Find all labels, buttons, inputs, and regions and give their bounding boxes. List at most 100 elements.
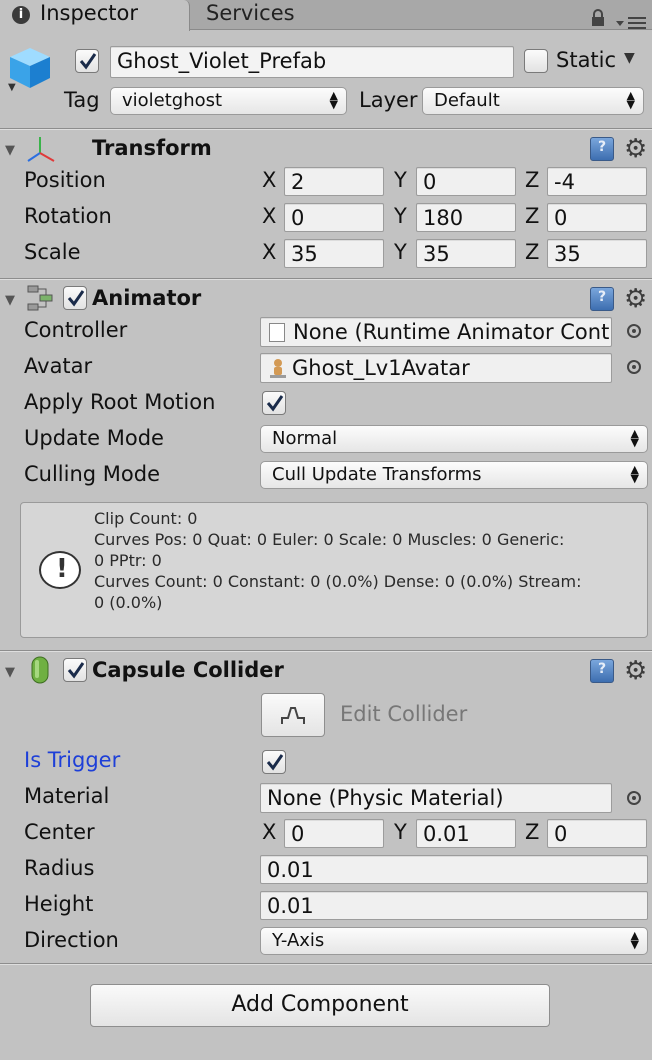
menu-icon[interactable] (614, 10, 648, 29)
animator-icon (26, 284, 54, 312)
axis-z-label: Z (525, 820, 540, 844)
axis-z-label: Z (525, 240, 540, 264)
edit-collider-icon (281, 707, 305, 724)
layer-label: Layer (359, 88, 418, 112)
layer-value: Default (434, 90, 500, 111)
capsule-title: Capsule Collider (92, 658, 284, 682)
radius-value: 0.01 (267, 858, 314, 882)
axis-y-label: Y (394, 820, 407, 844)
update-mode-value: Normal (272, 428, 338, 449)
material-object-field[interactable]: None (Physic Material) (260, 783, 612, 813)
axis-y-label: Y (394, 168, 407, 192)
static-checkbox[interactable] (524, 49, 548, 73)
document-icon (269, 323, 285, 342)
position-y-input[interactable]: 0 (416, 167, 516, 196)
tag-value: violetghost (122, 90, 223, 111)
info-icon: i (12, 6, 30, 24)
center-x-input[interactable]: 0 (284, 819, 384, 848)
avatar-value: Ghost_Lv1Avatar (292, 356, 470, 380)
position-x-input[interactable]: 2 (284, 167, 384, 196)
tab-services[interactable]: Services (192, 0, 342, 30)
capsule-enabled-checkbox[interactable] (63, 658, 87, 682)
capsule-help-icon[interactable] (590, 659, 614, 683)
add-component-button[interactable]: Add Component (90, 984, 550, 1027)
material-value: None (Physic Material) (267, 786, 504, 810)
axis-y-label: Y (394, 204, 407, 228)
lock-icon[interactable] (590, 8, 606, 26)
culling-mode-dropdown[interactable]: Cull Update Transforms ▲ ▼ (260, 461, 648, 489)
object-name-input[interactable]: Ghost_Violet_Prefab (110, 46, 514, 78)
avatar-label: Avatar (24, 354, 93, 378)
culling-mode-value: Cull Update Transforms (272, 464, 482, 485)
rotation-z-input[interactable]: 0 (547, 203, 647, 232)
icon-dropdown-icon[interactable]: ▼ (8, 82, 16, 93)
direction-dropdown[interactable]: Y-Axis ▲ ▼ (260, 927, 648, 955)
layer-dropdown[interactable]: Default ▲ ▼ (422, 87, 644, 115)
position-label: Position (24, 168, 106, 192)
rotation-x-value: 0 (291, 206, 305, 230)
animator-settings-gear-icon[interactable]: ⚙ (624, 286, 647, 312)
scale-y-value: 35 (423, 242, 450, 266)
scale-label: Scale (24, 240, 81, 264)
rotation-y-input[interactable]: 180 (416, 203, 516, 232)
avatar-object-field[interactable]: Ghost_Lv1Avatar (260, 353, 612, 383)
scale-y-input[interactable]: 35 (416, 239, 516, 268)
update-mode-dropdown[interactable]: Normal ▲ ▼ (260, 425, 648, 453)
direction-value: Y-Axis (272, 930, 325, 951)
info-line: Curves Pos: 0 Quat: 0 Euler: 0 Scale: 0 … (94, 530, 565, 549)
static-dropdown-icon[interactable]: ▼ (624, 50, 635, 66)
apply-root-motion-label: Apply Root Motion (24, 390, 216, 414)
center-z-input[interactable]: 0 (547, 819, 647, 848)
axis-x-label: X (262, 168, 277, 192)
object-name-text: Ghost_Violet_Prefab (117, 49, 327, 73)
tag-dropdown[interactable]: violetghost ▲ ▼ (110, 87, 347, 115)
axis-x-label: X (262, 240, 277, 264)
animator-foldout-icon[interactable]: ▼ (5, 293, 15, 308)
updown-arrows-icon: ▲ ▼ (630, 929, 639, 951)
center-y-input[interactable]: 0.01 (416, 819, 516, 848)
rotation-label: Rotation (24, 204, 112, 228)
scale-x-value: 35 (291, 242, 318, 266)
capsule-foldout-icon[interactable]: ▼ (5, 665, 15, 680)
capsule-settings-gear-icon[interactable]: ⚙ (624, 658, 647, 684)
apply-root-motion-checkbox[interactable] (262, 391, 286, 415)
radius-label: Radius (24, 856, 95, 880)
active-checkbox[interactable] (75, 49, 99, 73)
transform-title: Transform (92, 136, 212, 160)
controller-picker-icon[interactable] (627, 324, 641, 338)
axis-x-label: X (262, 820, 277, 844)
divider (0, 279, 652, 280)
scale-x-input[interactable]: 35 (284, 239, 384, 268)
material-picker-icon[interactable] (627, 791, 641, 805)
material-label: Material (24, 784, 110, 808)
tab-services-label: Services (206, 1, 295, 25)
info-line: Curves Count: 0 Constant: 0 (0.0%) Dense… (94, 572, 582, 591)
scale-z-input[interactable]: 35 (547, 239, 647, 268)
animator-title: Animator (92, 286, 202, 310)
controller-object-field[interactable]: None (Runtime Animator Controller) (260, 317, 612, 347)
transform-foldout-icon[interactable]: ▼ (5, 143, 15, 158)
axis-z-label: Z (525, 168, 540, 192)
height-input[interactable]: 0.01 (260, 891, 648, 920)
height-label: Height (24, 892, 94, 916)
updown-arrows-icon: ▲ ▼ (626, 89, 635, 111)
position-z-input[interactable]: -4 (547, 167, 647, 196)
radius-input[interactable]: 0.01 (260, 855, 648, 884)
transform-help-icon[interactable] (590, 137, 614, 161)
animator-help-icon[interactable] (590, 287, 614, 311)
is-trigger-checkbox[interactable] (262, 750, 286, 774)
edit-collider-button[interactable] (261, 693, 325, 737)
center-label: Center (24, 820, 95, 844)
info-line: 0 PPtr: 0 (94, 551, 162, 570)
rotation-x-input[interactable]: 0 (284, 203, 384, 232)
info-text: Clip Count: 0 Curves Pos: 0 Quat: 0 Eule… (94, 508, 644, 613)
axis-x-label: X (262, 204, 277, 228)
is-trigger-label: Is Trigger (24, 748, 121, 772)
avatar-icon (269, 358, 287, 380)
tab-inspector[interactable]: i Inspector (0, 0, 190, 31)
avatar-picker-icon[interactable] (627, 360, 641, 374)
animator-enabled-checkbox[interactable] (63, 286, 87, 310)
transform-axes-icon (24, 135, 56, 163)
controller-value: None (Runtime Animator Controller) (293, 320, 612, 344)
transform-settings-gear-icon[interactable]: ⚙ (624, 136, 647, 162)
